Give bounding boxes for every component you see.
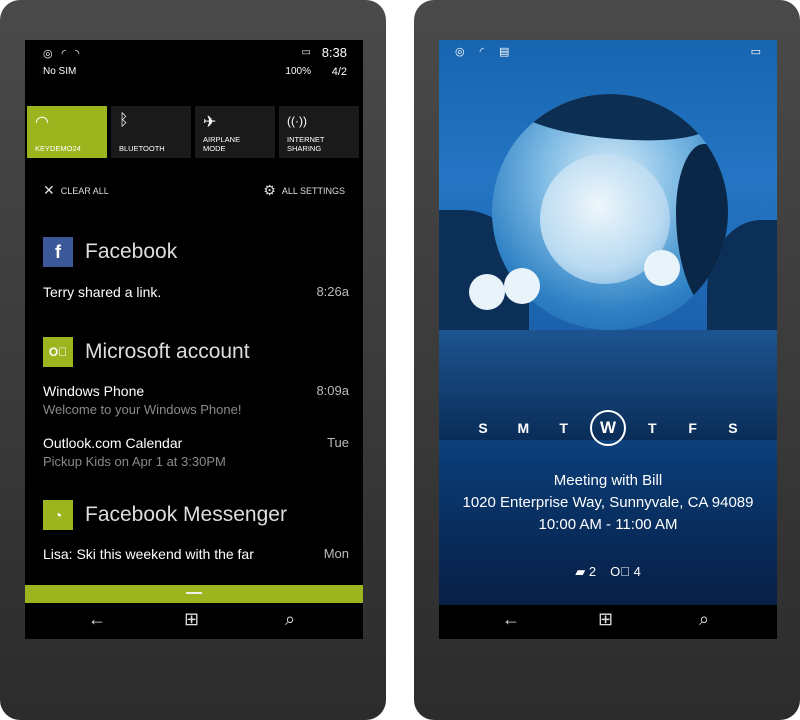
- internet-sharing-icon: ((·)): [287, 114, 307, 128]
- battery-percent: 100%: [285, 66, 311, 77]
- quick-action-wifi[interactable]: ◠ KEYDEMO24: [27, 106, 107, 158]
- notification-counts: ▰ 2 O⃞ 4: [439, 564, 777, 580]
- status-icons: ◎ ◜ ◝: [43, 48, 83, 60]
- microsoft-account-header: O⃞ Microsoft account: [43, 336, 250, 368]
- airplane-icon: ✈: [203, 114, 217, 131]
- facebook-header: f Facebook: [43, 236, 177, 268]
- message-icon: ▰: [575, 564, 586, 579]
- notification-time: 8:26a: [316, 284, 349, 299]
- windows-icon[interactable]: ⊞: [184, 609, 199, 630]
- day-label: S: [478, 420, 488, 436]
- notification-item[interactable]: Lisa: Ski this weekend with the far Mon: [43, 546, 349, 562]
- notification-item[interactable]: Terry shared a link. 8:26a: [43, 284, 349, 300]
- messaging-count-value: 2: [588, 564, 597, 579]
- nav-bar: ← ⊞ ⌕: [25, 605, 363, 639]
- status-icons: ◎ ◜ ▤: [455, 46, 516, 58]
- back-icon[interactable]: ←: [88, 609, 106, 630]
- status-bar: ◎ ◜ ◝ No SIM ▭ 8:38 100% 4/2: [25, 40, 363, 98]
- app-name: Microsoft account: [85, 340, 250, 363]
- battery-icon: ▭: [301, 47, 311, 58]
- day-label: M: [517, 420, 530, 436]
- search-icon[interactable]: ⌕: [699, 609, 709, 630]
- notification-time: Mon: [323, 546, 349, 561]
- phone-lock-screen: ◎ ◜ ▤ ▭ S M T W T F S Meeting with Bill …: [414, 0, 800, 720]
- outlook-count: O⃞ 4: [610, 564, 641, 580]
- action-links: ✕ CLEAR ALL ⚙ ALL SETTINGS: [25, 182, 363, 200]
- day-label: T: [559, 420, 568, 436]
- bluetooth-icon: ᛒ: [119, 112, 129, 129]
- all-settings-label: ALL SETTINGS: [281, 185, 345, 196]
- outlook-count-value: 4: [633, 564, 641, 579]
- notification-item[interactable]: Windows Phone Welcome to your Windows Ph…: [43, 383, 349, 417]
- decorative-dot: [504, 268, 540, 304]
- outlook-icon: O⃞: [610, 564, 630, 579]
- decorative-dot: [644, 250, 680, 286]
- lock-screen: ◎ ◜ ▤ ▭ S M T W T F S Meeting with Bill …: [439, 40, 777, 605]
- notification-title: Outlook.com Calendar: [43, 435, 183, 451]
- calendar-event: Meeting with Bill 1020 Enterprise Way, S…: [439, 470, 777, 536]
- status-time: 8:38: [321, 45, 347, 60]
- notification-subtitle: Welcome to your Windows Phone!: [43, 402, 242, 417]
- quick-action-bluetooth[interactable]: ᛒ BLUETOOTH: [111, 106, 191, 158]
- phone-action-center: ◎ ◜ ◝ No SIM ▭ 8:38 100% 4/2 ◠ KEYDEMO24…: [0, 0, 386, 720]
- windows-icon[interactable]: ⊞: [598, 609, 613, 630]
- gear-icon: ⚙: [263, 182, 276, 198]
- quick-action-label: INTERNET SHARING: [287, 135, 325, 153]
- notification-time: 8:09a: [316, 383, 349, 398]
- messenger-header: ◔ Facebook Messenger: [43, 499, 287, 531]
- close-icon: ✕: [43, 182, 55, 198]
- quick-actions: ◠ KEYDEMO24 ᛒ BLUETOOTH ✈ AIRPLANE MODE …: [27, 106, 363, 158]
- all-settings-button[interactable]: ⚙ ALL SETTINGS: [263, 182, 345, 199]
- facebook-icon: f: [43, 237, 73, 267]
- search-icon[interactable]: ⌕: [285, 609, 295, 630]
- notification-title: Terry shared a link.: [43, 284, 162, 300]
- quick-action-internet-sharing[interactable]: ((·)) INTERNET SHARING: [279, 106, 359, 158]
- app-name: Facebook Messenger: [85, 503, 287, 526]
- carrier-label: No SIM: [43, 66, 77, 77]
- action-center-handle[interactable]: [25, 585, 363, 603]
- quick-action-label: AIRPLANE MODE: [203, 135, 241, 153]
- day-label: S: [728, 420, 738, 436]
- quick-action-label: KEYDEMO24: [35, 144, 81, 153]
- clear-all-button[interactable]: ✕ CLEAR ALL: [43, 182, 109, 199]
- app-name: Facebook: [85, 240, 178, 263]
- quick-action-label: BLUETOOTH: [119, 144, 165, 153]
- notification-time: Tue: [327, 435, 349, 450]
- back-icon[interactable]: ←: [502, 609, 520, 630]
- notification-subtitle: Pickup Kids on Apr 1 at 3:30PM: [43, 454, 226, 469]
- messaging-count: ▰ 2: [575, 564, 596, 580]
- day-label-today: W: [589, 410, 626, 446]
- event-location: 1020 Enterprise Way, Sunnyvale, CA 94089: [462, 494, 754, 511]
- event-title: Meeting with Bill: [553, 472, 663, 489]
- notification-title: Lisa: Ski this weekend with the far: [43, 546, 254, 562]
- decorative-dot: [469, 274, 505, 310]
- day-label: F: [688, 420, 697, 436]
- status-date: 4/2: [331, 66, 347, 78]
- battery-icon: ▭: [750, 46, 761, 58]
- day-label: T: [648, 420, 657, 436]
- clear-all-label: CLEAR ALL: [60, 185, 109, 196]
- week-strip: S M T W T F S: [469, 410, 747, 446]
- notification-title: Windows Phone: [43, 383, 145, 399]
- action-center-screen: ◎ ◜ ◝ No SIM ▭ 8:38 100% 4/2 ◠ KEYDEMO24…: [25, 40, 363, 605]
- wifi-icon: ◠: [35, 114, 49, 131]
- nav-bar: ← ⊞ ⌕: [439, 605, 777, 639]
- event-time: 10:00 AM - 11:00 AM: [538, 516, 678, 533]
- outlook-icon: O⃞: [43, 337, 73, 367]
- notification-item[interactable]: Outlook.com Calendar Pickup Kids on Apr …: [43, 435, 349, 469]
- quick-action-airplane[interactable]: ✈ AIRPLANE MODE: [195, 106, 275, 158]
- messenger-icon: ◔: [43, 500, 73, 530]
